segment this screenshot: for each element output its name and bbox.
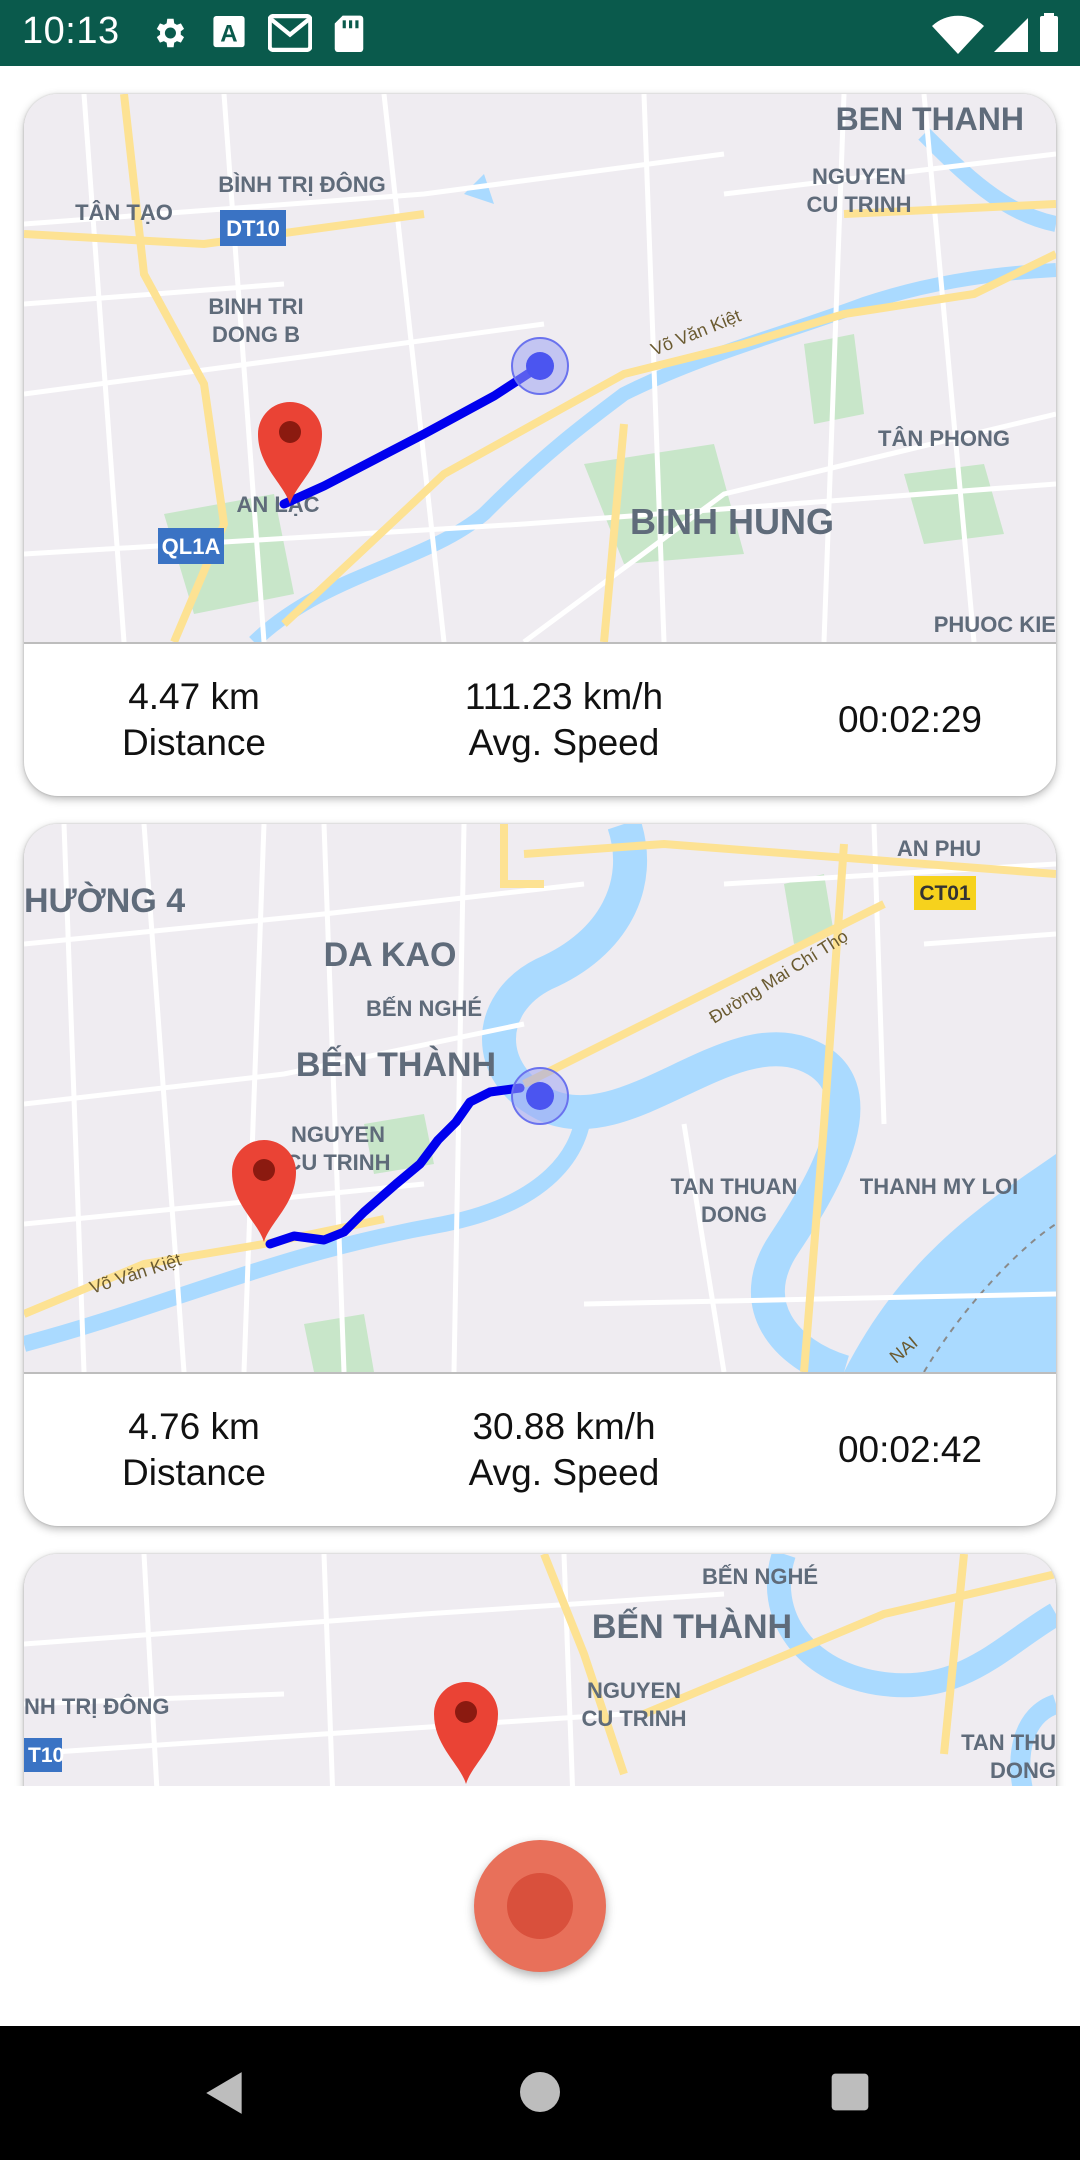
speed-label: Avg. Speed — [468, 722, 660, 763]
map-label: THANH MY LOI — [860, 1174, 1018, 1199]
road-shield: CT01 — [919, 882, 971, 905]
a-badge-icon: A — [213, 16, 245, 48]
distance-value: 4.47 km — [128, 676, 260, 717]
map-label: TÂN PHONG — [878, 426, 1010, 451]
distance-label: Distance — [122, 1452, 266, 1493]
map-label: HƯỜNG 4 — [24, 882, 185, 920]
svg-text:A: A — [220, 21, 237, 48]
map-label: NGUYEN — [587, 1678, 681, 1703]
trip-map[interactable]: BEN THANH NGUYEN CU TRINH BÌNH TRỊ ĐÔNG … — [24, 94, 1056, 642]
map-label: TAN THUAN — [671, 1174, 798, 1199]
map-label: NGUYEN — [812, 164, 906, 189]
trip-map[interactable]: BẾN NGHÉ BẾN THÀNH NGUYEN CU TRINH NH TR… — [24, 1554, 1056, 1786]
map-label: BẾN THÀNH — [592, 1608, 792, 1646]
map-label: AN PHU — [897, 836, 981, 861]
speed-stat: 111.23 km/h Avg. Speed — [364, 644, 764, 796]
map-label: BẾN NGHÉ — [366, 996, 482, 1021]
signal-icon — [994, 18, 1028, 52]
trip-card[interactable]: BẾN NGHÉ BẾN THÀNH NGUYEN CU TRINH NH TR… — [24, 1554, 1056, 1786]
map-label: BẾN NGHÉ — [702, 1564, 818, 1589]
map-label: BEN THANH — [836, 101, 1024, 137]
distance-stat: 4.76 km Distance — [24, 1374, 364, 1526]
distance-label: Distance — [122, 722, 266, 763]
record-icon — [507, 1873, 573, 1939]
road-shield: DT10 — [226, 216, 280, 241]
speed-label: Avg. Speed — [468, 1452, 660, 1493]
duration-value: 00:02:29 — [837, 699, 983, 740]
map-label: DONG B — [212, 322, 300, 347]
speed-stat: 30.88 km/h Avg. Speed — [364, 1374, 764, 1526]
status-time: 10:13 — [22, 10, 120, 52]
distance-stat: 4.47 km Distance — [24, 644, 364, 796]
map-label: DA KAO — [324, 936, 457, 974]
map-label: BINH TRI — [208, 294, 303, 319]
map-label: NGUYEN — [291, 1122, 385, 1147]
wifi-icon — [932, 15, 984, 55]
map-label: PHUOC KIE — [934, 612, 1056, 637]
trip-card[interactable]: AN PHU HƯỜNG 4 DA KAO BẾN NGHÉ BẾN THÀNH… — [24, 824, 1056, 1526]
record-button[interactable] — [474, 1840, 606, 1972]
duration-stat: 00:02:29 — [764, 644, 1056, 796]
home-icon[interactable] — [516, 2068, 564, 2116]
map-label: CU TRINH — [806, 192, 911, 217]
speed-value: 111.23 km/h — [464, 676, 664, 717]
trip-map[interactable]: AN PHU HƯỜNG 4 DA KAO BẾN NGHÉ BẾN THÀNH… — [24, 824, 1056, 1372]
road-shield: QL1A — [162, 534, 221, 559]
map-label: BÌNH TRỊ ĐÔNG — [218, 172, 385, 197]
map-label: CU TRINH — [581, 1706, 686, 1731]
duration-value: 00:02:42 — [837, 1429, 983, 1470]
battery-icon — [1040, 16, 1058, 52]
navigation-bar — [0, 2026, 1080, 2160]
duration-stat: 00:02:42 — [764, 1374, 1056, 1526]
distance-value: 4.76 km — [128, 1406, 260, 1447]
map-label: CU TRINH — [285, 1150, 390, 1175]
map-label: DONG — [701, 1202, 767, 1227]
sd-card-icon — [334, 15, 364, 52]
trip-list[interactable]: BEN THANH NGUYEN CU TRINH BÌNH TRỊ ĐÔNG … — [0, 66, 1080, 1786]
map-label: BẾN THÀNH — [296, 1046, 496, 1084]
status-bar: 10:13 A — [0, 0, 1080, 66]
map-label: TÂN TẠO — [75, 200, 173, 225]
map-label: TAN THU — [961, 1730, 1056, 1755]
status-right-icons — [932, 13, 1058, 55]
gmail-icon — [268, 14, 312, 52]
road-shield: T10 — [28, 1744, 64, 1767]
map-label: NH TRỊ ĐÔNG — [24, 1694, 169, 1719]
trip-card[interactable]: BEN THANH NGUYEN CU TRINH BÌNH TRỊ ĐÔNG … — [24, 94, 1056, 796]
recents-icon[interactable] — [828, 2070, 872, 2114]
map-label: DONG — [990, 1758, 1056, 1783]
speed-value: 30.88 km/h — [472, 1406, 656, 1447]
map-label: BINH HUNG — [630, 501, 834, 542]
settings-icon — [156, 18, 185, 48]
back-icon[interactable] — [200, 2068, 250, 2118]
